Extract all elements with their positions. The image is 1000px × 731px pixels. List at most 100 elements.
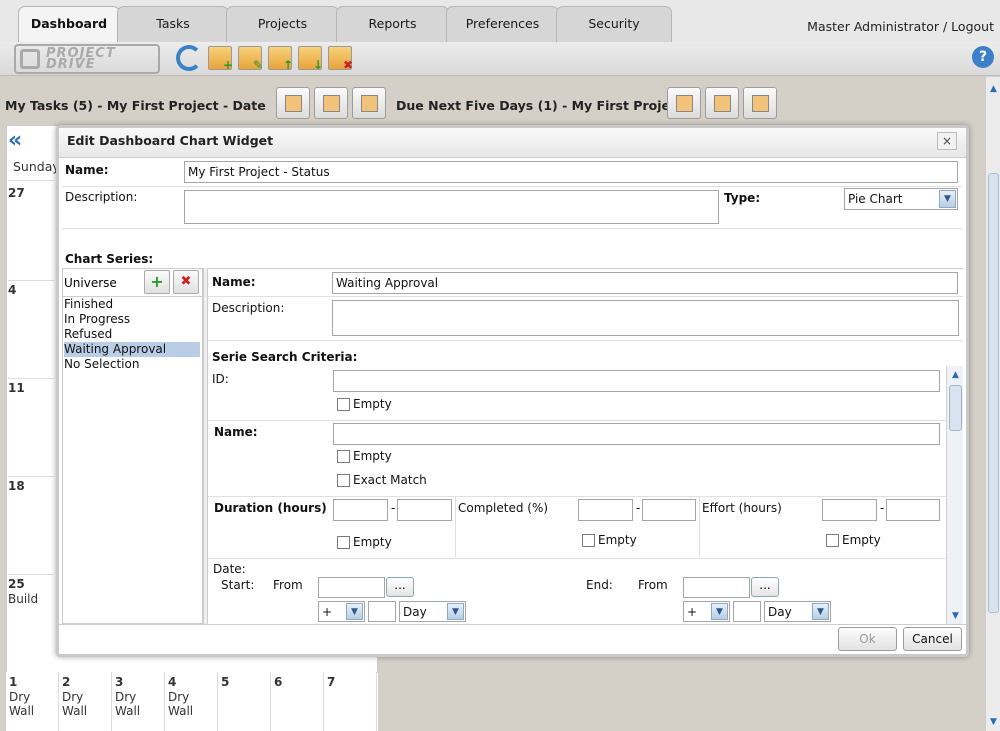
tab-projects[interactable]: Projects xyxy=(226,6,339,42)
help-icon[interactable]: ? xyxy=(972,46,994,68)
scroll-thumb[interactable] xyxy=(949,385,962,431)
page-scrollbar[interactable]: ▲ ▼ xyxy=(985,77,1000,731)
calendar-date[interactable]: 4 xyxy=(8,283,16,297)
list-item[interactable]: Finished xyxy=(64,297,200,312)
completed-min-field[interactable] xyxy=(578,499,633,521)
completed-max-field[interactable] xyxy=(642,499,696,521)
effort-min-field[interactable] xyxy=(822,499,877,521)
effort-empty-checkbox[interactable] xyxy=(826,534,839,547)
calendar-cell[interactable]: 7 xyxy=(324,672,377,731)
start-unit-select[interactable]: Day ▼ xyxy=(399,601,466,622)
calendar-task[interactable]: Build xyxy=(8,592,38,606)
serie-description-field[interactable] xyxy=(332,300,959,336)
criteria-scrollbar[interactable]: ▲ ▼ xyxy=(946,366,963,624)
tab-reports[interactable]: Reports xyxy=(336,6,449,42)
widget-gantt-icon-2[interactable] xyxy=(743,87,777,119)
calendar-task: Dry Wall xyxy=(62,690,88,718)
calendar-date: 4 xyxy=(168,675,177,689)
empty-label: Empty xyxy=(353,397,392,411)
move-up-icon[interactable]: ↑ xyxy=(268,46,293,71)
unit-value: Day xyxy=(403,605,427,619)
widget-layout-icon[interactable] xyxy=(276,87,310,119)
exact-match-checkbox[interactable] xyxy=(337,474,350,487)
duration-empty-checkbox[interactable] xyxy=(337,536,350,549)
move-down-icon[interactable]: ↓ xyxy=(298,46,323,71)
remove-series-button[interactable]: ✖ xyxy=(173,270,199,294)
list-item[interactable]: Refused xyxy=(64,327,200,342)
widget-description-field[interactable] xyxy=(184,190,719,224)
duration-label: Duration (hours) xyxy=(214,501,327,515)
dialog-title: Edit Dashboard Chart Widget xyxy=(67,133,274,148)
calendar-divider xyxy=(8,280,54,281)
scroll-thumb[interactable] xyxy=(988,173,999,613)
add-widget-icon[interactable]: + xyxy=(208,46,233,71)
end-offset-field[interactable] xyxy=(733,601,761,622)
start-from-field[interactable] xyxy=(318,577,385,598)
end-offset-sign-select[interactable]: + ▼ xyxy=(683,601,730,622)
empty-label: Empty xyxy=(842,533,881,547)
tab-security[interactable]: Security xyxy=(556,6,672,42)
calendar-date[interactable]: 25 xyxy=(8,577,25,591)
calendar-cell[interactable]: 6 xyxy=(271,672,324,731)
sign-value: + xyxy=(687,605,698,619)
scroll-up-icon[interactable]: ▲ xyxy=(949,369,962,382)
id-empty-checkbox[interactable] xyxy=(337,398,350,411)
scroll-down-icon[interactable]: ▼ xyxy=(949,610,962,623)
end-date-picker-button[interactable]: ... xyxy=(751,577,779,597)
scroll-down-icon[interactable]: ▼ xyxy=(988,716,999,729)
widget-calendar-icon-2[interactable] xyxy=(705,87,739,119)
scroll-up-icon[interactable]: ▲ xyxy=(988,83,999,96)
calendar-cell[interactable]: 3 Dry Wall xyxy=(112,672,165,731)
calendar-date[interactable]: 11 xyxy=(8,381,25,395)
ok-button[interactable]: Ok xyxy=(838,627,897,651)
effort-max-field[interactable] xyxy=(886,499,940,521)
start-date-picker-button[interactable]: ... xyxy=(386,577,414,597)
refresh-icon[interactable] xyxy=(176,45,202,71)
calendar-cell[interactable]: 1 Dry Wall xyxy=(6,672,59,731)
cancel-button[interactable]: Cancel xyxy=(903,627,962,651)
widget-layout-icon-2[interactable] xyxy=(667,87,701,119)
widget-gantt-icon[interactable] xyxy=(352,87,386,119)
name-empty-checkbox[interactable] xyxy=(337,450,350,463)
calendar-cell[interactable]: 2 Dry Wall xyxy=(59,672,112,731)
divider xyxy=(208,420,946,421)
previous-month-icon[interactable]: « xyxy=(8,128,22,153)
tab-dashboard[interactable]: Dashboard xyxy=(18,6,120,42)
calendar-date[interactable]: 18 xyxy=(8,479,25,493)
end-from-field[interactable] xyxy=(683,577,750,598)
duration-max-field[interactable] xyxy=(397,499,452,521)
calendar-cell[interactable]: 4 Dry Wall xyxy=(165,672,218,731)
range-dash: - xyxy=(636,501,641,515)
edit-widget-icon[interactable]: ✎ xyxy=(238,46,263,71)
sign-value: + xyxy=(322,605,333,619)
exact-match-label: Exact Match xyxy=(353,473,427,487)
calendar-cell[interactable]: 5 xyxy=(218,672,271,731)
chart-type-value: Pie Chart xyxy=(848,192,903,206)
chart-type-select[interactable]: Pie Chart ▼ xyxy=(844,188,958,210)
start-offset-sign-select[interactable]: + ▼ xyxy=(318,601,365,622)
user-logout-link[interactable]: Master Administrator / Logout xyxy=(807,19,994,34)
delete-widget-icon[interactable]: ✖ xyxy=(328,46,353,71)
widget-name-field[interactable]: My First Project - Status xyxy=(184,161,958,183)
calendar-date[interactable]: 27 xyxy=(8,186,25,200)
tab-preferences[interactable]: Preferences xyxy=(446,6,559,42)
tab-tasks[interactable]: Tasks xyxy=(117,6,229,42)
criteria-name-field[interactable] xyxy=(333,423,940,445)
close-icon[interactable]: × xyxy=(937,132,957,150)
calendar-divider xyxy=(8,574,54,575)
list-item-selected[interactable]: Waiting Approval xyxy=(64,342,200,357)
divider xyxy=(208,340,963,341)
unit-value: Day xyxy=(768,605,792,619)
list-item[interactable]: In Progress xyxy=(64,312,200,327)
add-icon: + xyxy=(150,272,164,291)
completed-empty-checkbox[interactable] xyxy=(582,534,595,547)
widget-calendar-icon[interactable] xyxy=(314,87,348,119)
end-unit-select[interactable]: Day ▼ xyxy=(764,601,831,622)
add-series-button[interactable]: + xyxy=(144,270,170,294)
list-item[interactable]: No Selection xyxy=(64,357,200,372)
start-offset-field[interactable] xyxy=(368,601,396,622)
id-field[interactable] xyxy=(333,370,940,392)
duration-min-field[interactable] xyxy=(333,499,388,521)
serie-name-field[interactable]: Waiting Approval xyxy=(332,272,958,294)
calendar-date: 2 xyxy=(62,675,71,689)
